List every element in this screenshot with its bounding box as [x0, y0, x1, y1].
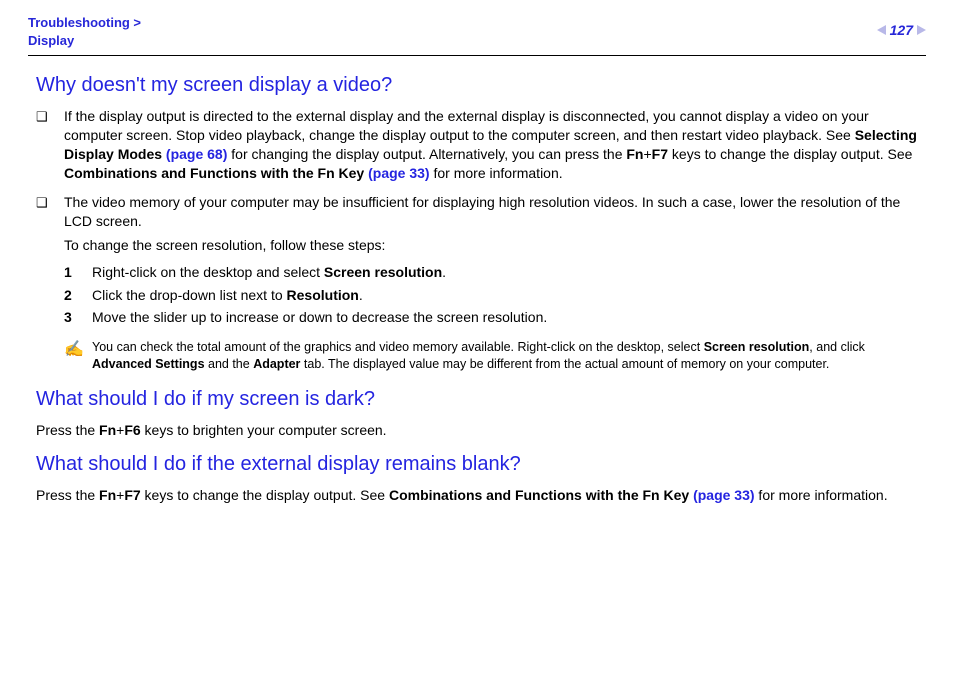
heading-video: Why doesn't my screen display a video?: [36, 74, 918, 97]
text: and the: [205, 357, 254, 371]
text: Click the drop-down list next to: [92, 287, 287, 303]
text-bold: Resolution: [287, 287, 359, 303]
step-number: 3: [64, 306, 92, 328]
note-block: ✍ You can check the total amount of the …: [64, 339, 918, 374]
key-fn: Fn: [99, 487, 116, 503]
text: for more information.: [430, 165, 563, 181]
text: Right-click on the desktop and select: [92, 264, 324, 280]
text-bold: Combinations and Functions with the Fn K…: [64, 165, 368, 181]
bullet-icon: ❑: [36, 107, 64, 126]
page-header: Troubleshooting > Display 127: [28, 14, 926, 56]
key-f7: F7: [652, 146, 668, 162]
list-item: ❑ If the display output is directed to t…: [36, 107, 918, 183]
text: keys to change the display output. See: [141, 487, 389, 503]
key-fn: Fn: [99, 422, 116, 438]
bullet-icon: ❑: [36, 193, 64, 212]
step-body: Click the drop-down list next to Resolut…: [92, 284, 363, 306]
heading-external: What should I do if the external display…: [36, 453, 918, 476]
text: The video memory of your computer may be…: [64, 193, 918, 231]
page-number-nav: 127: [877, 14, 926, 38]
text: keys to change the display output. See: [668, 146, 912, 162]
text: Press the: [36, 487, 99, 503]
breadcrumb: Troubleshooting > Display: [28, 14, 141, 49]
text-bold: Combinations and Functions with the Fn K…: [389, 487, 693, 503]
text: If the display output is directed to the…: [64, 108, 869, 143]
step-body: Right-click on the desktop and select Sc…: [92, 261, 446, 283]
list-item: 2 Click the drop-down list next to Resol…: [64, 284, 918, 306]
paragraph: Press the Fn+F6 keys to brighten your co…: [36, 421, 918, 440]
text: +: [643, 146, 651, 162]
text: keys to brighten your computer screen.: [141, 422, 387, 438]
breadcrumb-bottom: Display: [28, 33, 74, 48]
key-fn: Fn: [626, 146, 643, 162]
bullet-body: If the display output is directed to the…: [64, 107, 918, 183]
text: for more information.: [755, 487, 888, 503]
text: .: [359, 287, 363, 303]
numbered-list: 1 Right-click on the desktop and select …: [64, 261, 918, 328]
step-body: Move the slider up to increase or down t…: [92, 306, 547, 328]
key-f6: F6: [124, 422, 140, 438]
page-content: Why doesn't my screen display a video? ❑…: [28, 74, 926, 505]
paragraph: Press the Fn+F7 keys to change the displ…: [36, 486, 918, 505]
list-item: 1 Right-click on the desktop and select …: [64, 261, 918, 283]
page-link-33[interactable]: (page 33): [368, 165, 429, 181]
text-bold: Screen resolution: [704, 340, 810, 354]
step-number: 2: [64, 284, 92, 306]
key-f7: F7: [124, 487, 140, 503]
prev-page-icon[interactable]: [877, 25, 886, 35]
text: You can check the total amount of the gr…: [92, 340, 704, 354]
page-container: Troubleshooting > Display 127 Why doesn'…: [0, 0, 954, 505]
text: tab. The displayed value may be differen…: [300, 357, 829, 371]
bullet-body: The video memory of your computer may be…: [64, 193, 918, 374]
text: for changing the display output. Alterna…: [227, 146, 626, 162]
next-page-icon[interactable]: [917, 25, 926, 35]
text: To change the screen resolution, follow …: [64, 236, 918, 255]
breadcrumb-top: Troubleshooting >: [28, 15, 141, 30]
note-icon: ✍: [64, 339, 92, 361]
page-link-33[interactable]: (page 33): [693, 487, 754, 503]
text: Press the: [36, 422, 99, 438]
text: .: [442, 264, 446, 280]
text-bold: Screen resolution: [324, 264, 442, 280]
heading-dark: What should I do if my screen is dark?: [36, 388, 918, 411]
list-item: ❑ The video memory of your computer may …: [36, 193, 918, 374]
list-item: 3 Move the slider up to increase or down…: [64, 306, 918, 328]
text: , and click: [809, 340, 865, 354]
page-link-68[interactable]: (page 68): [166, 146, 227, 162]
page-number: 127: [890, 22, 913, 38]
note-body: You can check the total amount of the gr…: [92, 339, 918, 374]
bullet-list: ❑ If the display output is directed to t…: [36, 107, 918, 373]
text-bold: Adapter: [253, 357, 300, 371]
step-number: 1: [64, 261, 92, 283]
text-bold: Advanced Settings: [92, 357, 205, 371]
